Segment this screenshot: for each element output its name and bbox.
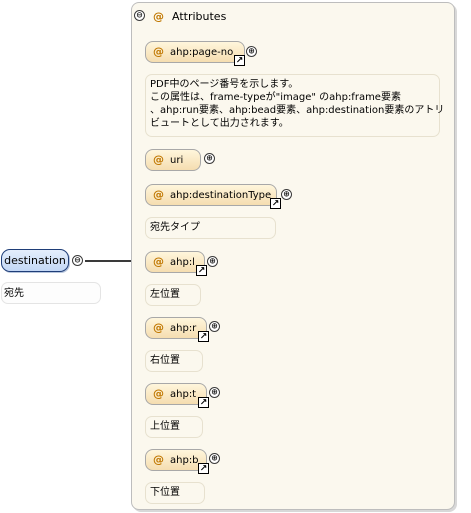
attribute-icon: @ <box>153 453 164 466</box>
reference-icon: ↗ <box>198 331 209 342</box>
expand-icon[interactable]: ⊕ <box>204 153 215 164</box>
attribute-group-icon: @ <box>153 10 164 23</box>
attribute-icon: @ <box>153 188 164 201</box>
attribute-node-destination-type[interactable]: @ ahp:destinationType <box>145 184 277 206</box>
attribute-documentation: 左位置 <box>145 284 201 306</box>
attribute-documentation: 上位置 <box>145 416 203 438</box>
doc-line: 左位置 <box>150 289 180 300</box>
connector-line <box>85 260 131 262</box>
doc-line: 右位置 <box>150 355 180 366</box>
doc-line: 宛先タイプ <box>150 222 200 233</box>
doc-line: ビュートとして出力されます。 <box>150 118 289 129</box>
attribute-icon: @ <box>153 255 164 268</box>
doc-line: 上位置 <box>150 421 180 432</box>
reference-icon: ↗ <box>196 265 207 276</box>
expand-icon[interactable]: ⊕ <box>207 256 218 267</box>
expand-icon[interactable]: ⊕ <box>209 387 220 398</box>
element-node-destination[interactable]: destination <box>1 249 69 272</box>
expand-icon[interactable]: ⊕ <box>281 189 292 200</box>
doc-line: 、ahp:run要素、ahp:bead要素、ahp:destination要素の… <box>150 105 445 116</box>
attribute-icon: @ <box>153 153 164 166</box>
reference-icon: ↗ <box>198 397 209 408</box>
collapse-icon[interactable]: ⊖ <box>72 255 83 266</box>
attribute-documentation: PDF中のページ番号を示します。 この属性は、frame-typeが"image… <box>145 74 445 137</box>
attribute-icon: @ <box>153 321 164 334</box>
attribute-name: ahp:destinationType <box>170 190 272 201</box>
doc-line: 下位置 <box>150 487 180 498</box>
attribute-name: ahp:r <box>170 323 197 334</box>
doc-line: PDF中のページ番号を示します。 <box>150 79 299 90</box>
attribute-name: ahp:page-no <box>170 47 234 58</box>
reference-icon: ↗ <box>270 198 281 209</box>
doc-line: この属性は、frame-typeが"image" のahp:frame要素 <box>150 92 401 103</box>
group-collapse-icon[interactable]: ⊖ <box>134 10 145 21</box>
expand-icon[interactable]: ⊕ <box>209 321 220 332</box>
attribute-name: uri <box>170 155 184 166</box>
element-documentation: 宛先 <box>1 282 101 304</box>
reference-icon: ↗ <box>234 55 245 66</box>
attribute-icon: @ <box>153 387 164 400</box>
group-title: Attributes <box>172 10 227 23</box>
attribute-documentation: 下位置 <box>145 482 205 504</box>
expand-icon[interactable]: ⊕ <box>246 46 257 57</box>
attribute-documentation: 宛先タイプ <box>145 217 276 239</box>
attribute-name: ahp:l <box>170 257 195 268</box>
attribute-name: ahp:b <box>170 455 199 466</box>
attribute-icon: @ <box>153 45 164 58</box>
attribute-node-uri[interactable]: @ uri <box>145 149 201 171</box>
attribute-name: ahp:t <box>170 389 197 400</box>
reference-icon: ↗ <box>198 463 209 474</box>
expand-icon[interactable]: ⊕ <box>209 453 220 464</box>
attribute-node-page-no[interactable]: @ ahp:page-no <box>145 41 245 63</box>
attribute-documentation: 右位置 <box>145 350 203 372</box>
